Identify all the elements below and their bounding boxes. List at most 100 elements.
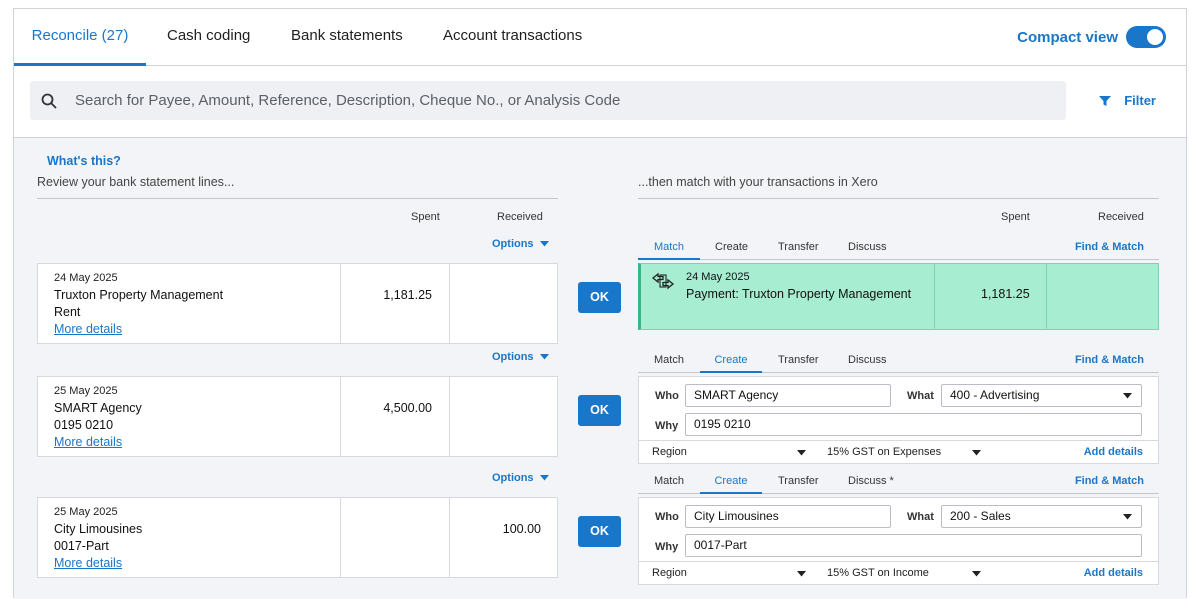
options-label: Options bbox=[492, 238, 534, 250]
match-description: Payment: Truxton Property Management bbox=[686, 287, 912, 301]
region-select[interactable]: Region bbox=[652, 567, 687, 579]
column-divider bbox=[449, 264, 450, 343]
filter-button[interactable]: Filter bbox=[1099, 93, 1156, 108]
match-spent: 1,181.25 bbox=[981, 287, 1030, 301]
column-divider bbox=[934, 264, 935, 329]
review-instruction: Review your bank statement lines... bbox=[37, 175, 235, 189]
statement-date: 24 May 2025 bbox=[54, 272, 118, 284]
statement-reference: 0017-Part bbox=[54, 539, 109, 553]
who-field[interactable]: SMART Agency bbox=[685, 384, 891, 407]
who-label: Who bbox=[655, 511, 679, 523]
what-label: What bbox=[907, 390, 934, 402]
column-divider bbox=[449, 498, 450, 577]
tab-create[interactable]: Create bbox=[700, 351, 762, 373]
find-match-link[interactable]: Find & Match bbox=[1075, 472, 1144, 490]
search-input[interactable] bbox=[75, 92, 1035, 109]
statement-date: 25 May 2025 bbox=[54, 506, 118, 518]
tab-bank-statements[interactable]: Bank statements bbox=[291, 9, 403, 66]
options-label: Options bbox=[492, 472, 534, 484]
why-label: Why bbox=[655, 420, 679, 432]
chevron-down-icon bbox=[539, 354, 549, 360]
column-divider bbox=[340, 498, 341, 577]
statement-reference: Rent bbox=[54, 305, 81, 319]
options-label: Options bbox=[492, 351, 534, 363]
column-divider bbox=[340, 264, 341, 343]
chevron-down-icon bbox=[1123, 393, 1132, 399]
more-details-link[interactable]: More details bbox=[54, 556, 122, 570]
options-dropdown-2[interactable]: Options bbox=[492, 351, 549, 363]
chevron-down-icon bbox=[539, 241, 549, 247]
tab-discuss[interactable]: Discuss * bbox=[848, 472, 894, 494]
ok-button-3[interactable]: OK bbox=[578, 516, 621, 547]
statement-line-1: 24 May 2025 Truxton Property Management … bbox=[37, 263, 558, 344]
match-arrows-icon bbox=[651, 272, 675, 290]
tab-match[interactable]: Match bbox=[654, 472, 684, 494]
statement-payee: SMART Agency bbox=[54, 401, 142, 415]
tab-transfer[interactable]: Transfer bbox=[778, 238, 819, 260]
tab-discuss[interactable]: Discuss bbox=[848, 351, 887, 373]
ok-button-2[interactable]: OK bbox=[578, 395, 621, 426]
reconcile-frame: Reconcile (27) Cash coding Bank statemen… bbox=[13, 8, 1187, 599]
add-details-link[interactable]: Add details bbox=[1084, 446, 1143, 458]
chevron-down-icon bbox=[972, 571, 981, 577]
create-details-row-1: Region 15% GST on Expenses Add details bbox=[638, 441, 1159, 464]
add-details-link[interactable]: Add details bbox=[1084, 567, 1143, 579]
right-received-header: Received bbox=[1098, 211, 1144, 223]
toggle-knob bbox=[1147, 29, 1163, 45]
left-spent-header: Spent bbox=[411, 211, 440, 223]
left-divider bbox=[37, 198, 558, 199]
statement-line-2: 25 May 2025 SMART Agency 0195 0210 More … bbox=[37, 376, 558, 457]
search-icon bbox=[41, 93, 57, 108]
right-tabs-2: Match Create Transfer Discuss Find & Mat… bbox=[638, 351, 1159, 373]
tab-match[interactable]: Match bbox=[654, 351, 684, 373]
match-suggestion[interactable]: 24 May 2025 Payment: Truxton Property Ma… bbox=[638, 263, 1159, 330]
what-select[interactable]: 400 - Advertising bbox=[941, 384, 1142, 407]
whats-this-link[interactable]: What's this? bbox=[47, 154, 121, 168]
tab-match[interactable]: Match bbox=[638, 238, 700, 260]
region-select[interactable]: Region bbox=[652, 446, 687, 458]
options-dropdown-1[interactable]: Options bbox=[492, 238, 549, 250]
more-details-link[interactable]: More details bbox=[54, 322, 122, 336]
statement-spent: 1,181.25 bbox=[383, 288, 432, 302]
statement-line-3: 25 May 2025 City Limousines 0017-Part Mo… bbox=[37, 497, 558, 578]
tab-discuss[interactable]: Discuss bbox=[848, 238, 887, 260]
right-tabs-1: Match Create Transfer Discuss Find & Mat… bbox=[638, 238, 1159, 260]
more-details-link[interactable]: More details bbox=[54, 435, 122, 449]
create-form-2: Who City Limousines What 200 - Sales Why… bbox=[638, 497, 1159, 562]
what-label: What bbox=[907, 511, 934, 523]
tax-rate-select[interactable]: 15% GST on Expenses bbox=[827, 446, 941, 458]
right-tabs-3: Match Create Transfer Discuss * Find & M… bbox=[638, 472, 1159, 494]
search-box bbox=[30, 81, 1066, 120]
statement-reference: 0195 0210 bbox=[54, 418, 114, 432]
what-select-value: 200 - Sales bbox=[950, 509, 1011, 523]
tab-transfer[interactable]: Transfer bbox=[778, 472, 819, 494]
tax-rate-select[interactable]: 15% GST on Income bbox=[827, 567, 929, 579]
filter-icon bbox=[1099, 95, 1112, 106]
tab-account-transactions[interactable]: Account transactions bbox=[443, 9, 582, 66]
tab-transfer[interactable]: Transfer bbox=[778, 351, 819, 373]
statement-spent: 4,500.00 bbox=[383, 401, 432, 415]
who-field[interactable]: City Limousines bbox=[685, 505, 891, 528]
compact-view-toggle[interactable] bbox=[1126, 26, 1166, 48]
ok-button-1[interactable]: OK bbox=[578, 282, 621, 313]
reconcile-main: What's this? Review your bank statement … bbox=[14, 138, 1186, 599]
why-field[interactable]: 0195 0210 bbox=[685, 413, 1142, 436]
find-match-link[interactable]: Find & Match bbox=[1075, 238, 1144, 256]
tab-cash-coding[interactable]: Cash coding bbox=[167, 9, 250, 66]
why-field[interactable]: 0017-Part bbox=[685, 534, 1142, 557]
statement-payee: City Limousines bbox=[54, 522, 143, 536]
compact-view-label: Compact view bbox=[1017, 28, 1118, 46]
tab-reconcile[interactable]: Reconcile (27) bbox=[14, 9, 146, 66]
compact-view-control[interactable]: Compact view bbox=[1017, 26, 1166, 48]
why-label: Why bbox=[655, 541, 679, 553]
filter-label: Filter bbox=[1124, 93, 1156, 108]
what-select[interactable]: 200 - Sales bbox=[941, 505, 1142, 528]
tab-create[interactable]: Create bbox=[700, 472, 762, 494]
find-match-link[interactable]: Find & Match bbox=[1075, 351, 1144, 369]
options-dropdown-3[interactable]: Options bbox=[492, 472, 549, 484]
left-received-header: Received bbox=[497, 211, 543, 223]
match-date: 24 May 2025 bbox=[686, 271, 750, 283]
create-form-1: Who SMART Agency What 400 - Advertising … bbox=[638, 376, 1159, 441]
tab-create[interactable]: Create bbox=[715, 238, 748, 260]
chevron-down-icon bbox=[1123, 514, 1132, 520]
